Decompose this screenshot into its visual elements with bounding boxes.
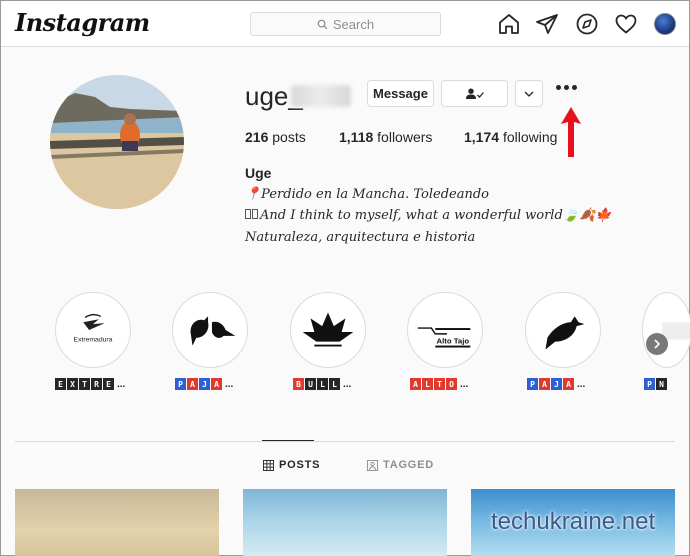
highlight-label-2: P A J A... bbox=[175, 378, 233, 390]
search-placeholder: Search bbox=[332, 16, 375, 32]
profile-display-name: Uge bbox=[245, 165, 272, 181]
highlight-partial[interactable] bbox=[642, 292, 690, 368]
highlight-label-1: E X T R E... bbox=[55, 378, 125, 390]
highlight-alto-tajo-text: Alto Tajo bbox=[436, 337, 469, 346]
highlight-lotus[interactable] bbox=[290, 292, 366, 368]
highlight-label-6: PN bbox=[644, 378, 667, 390]
bio-line-3: Naturaleza, arquitectura e historia bbox=[245, 230, 476, 245]
posts-count: 216 posts bbox=[245, 129, 306, 145]
follow-check-icon bbox=[465, 88, 484, 99]
following-button[interactable] bbox=[441, 80, 508, 107]
search-icon bbox=[317, 19, 328, 29]
message-button[interactable]: Message bbox=[367, 80, 434, 107]
direct-icon[interactable] bbox=[535, 12, 559, 36]
highlight-label-5: P A J A... bbox=[527, 378, 585, 390]
tab-tagged[interactable]: TAGGED bbox=[367, 459, 434, 471]
explore-icon[interactable] bbox=[575, 12, 599, 36]
search-input[interactable]: Search bbox=[250, 12, 441, 36]
red-arrow-annotation bbox=[561, 107, 581, 157]
highlight-label-4: A L T O... bbox=[410, 378, 468, 390]
highlight-bird[interactable] bbox=[525, 292, 601, 368]
watermark: techukraine.net bbox=[491, 508, 656, 535]
tag-icon bbox=[367, 459, 378, 471]
home-icon[interactable] bbox=[497, 12, 521, 36]
profile-photo bbox=[50, 75, 184, 209]
post-thumbnail[interactable] bbox=[15, 489, 219, 556]
post-thumbnail[interactable] bbox=[243, 489, 447, 556]
more-icon[interactable] bbox=[556, 85, 577, 90]
bio-line-1: 📍Perdido en la Mancha. Toledeando bbox=[245, 187, 489, 202]
active-tab-indicator bbox=[262, 440, 314, 441]
following-count[interactable]: 1,174 following bbox=[464, 129, 557, 145]
highlight-alto-tajo[interactable]: Alto Tajo bbox=[407, 292, 483, 368]
chevron-down-icon bbox=[524, 91, 534, 97]
tab-posts[interactable]: POSTS bbox=[263, 459, 320, 471]
username-redaction bbox=[291, 85, 351, 107]
highlight-extremadura[interactable]: Extremadura bbox=[55, 292, 131, 368]
tabs-divider bbox=[15, 441, 675, 442]
followers-count[interactable]: 1,118 followers bbox=[339, 129, 432, 145]
heart-icon[interactable] bbox=[614, 12, 638, 36]
highlight-birds[interactable] bbox=[172, 292, 248, 368]
top-nav-bar: Instagram Search bbox=[1, 1, 689, 47]
suggested-dropdown-button[interactable] bbox=[515, 80, 543, 107]
profile-avatar-nav[interactable] bbox=[654, 13, 676, 35]
instagram-logo[interactable]: Instagram bbox=[15, 8, 150, 37]
highlights-next-button[interactable] bbox=[646, 333, 668, 355]
profile-avatar[interactable] bbox=[50, 75, 184, 209]
bio-line-2: And I think to myself, what a wonderful … bbox=[245, 208, 611, 223]
highlight-label-3: B U L L... bbox=[293, 378, 351, 390]
chevron-right-icon bbox=[654, 339, 661, 349]
grid-icon bbox=[263, 459, 274, 471]
highlight-extremadura-text: Extremadura bbox=[74, 337, 113, 344]
